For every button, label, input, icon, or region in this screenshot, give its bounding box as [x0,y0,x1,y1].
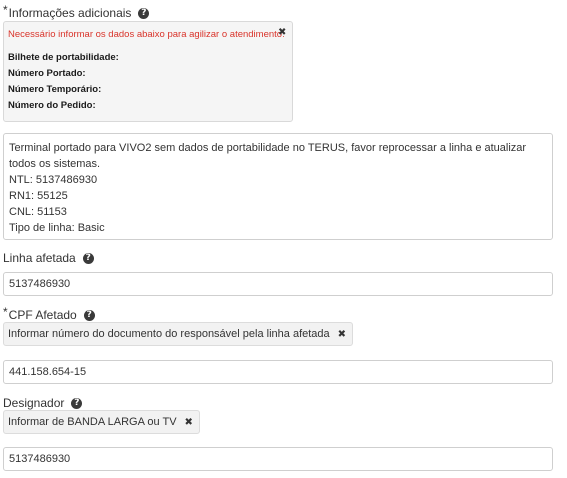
designador-label: Designador ? [3,396,83,410]
description-line: NTL: 5137486930 [9,174,98,186]
question-circle-icon[interactable]: ? [82,252,94,264]
designador-note-text: Informar de BANDA LARGA ou TV [8,416,177,428]
cpf-afetado-note-text: Informar número do documento do responsá… [8,328,330,340]
info-section-title: Informações adicionais [8,6,132,20]
linha-afetada-label: Linha afetada ? [3,251,94,265]
linha-afetada-value: 5137486930 [9,278,71,290]
designador-value: 5137486930 [9,453,71,465]
info-warning-text: Necessário informar os dados abaixo para… [8,29,285,40]
cpf-afetado-value: 441.158.654-15 [9,366,87,378]
close-icon[interactable]: ✖ [278,27,286,38]
cpf-afetado-title: CPF Afetado [8,308,77,322]
info-line-bilhete: Bilhete de portabilidade: [8,52,119,63]
question-circle-icon[interactable]: ? [138,7,150,19]
required-mark: * [3,3,8,17]
close-icon[interactable]: ✖ [338,329,346,340]
designador-note: Informar de BANDA LARGA ou TV ✖ [3,410,200,434]
description-textarea[interactable]: Terminal portado para VIVO2 sem dados de… [3,133,553,240]
linha-afetada-title: Linha afetada [3,251,76,265]
question-circle-icon[interactable]: ? [71,397,83,409]
description-line: RN1: 55125 [9,190,68,202]
cpf-afetado-input[interactable]: 441.158.654-15 [3,360,553,384]
designador-input[interactable]: 5137486930 [3,447,553,471]
cpf-afetado-note: Informar número do documento do responsá… [3,322,354,346]
close-icon[interactable]: ✖ [185,417,193,428]
info-line-numero-temporario: Número Temporário: [8,84,102,95]
description-line: Tipo de linha: Basic [9,222,105,234]
info-section-label: * Informações adicionais ? [3,3,150,20]
description-line: CNL: 51153 [9,206,67,218]
question-circle-icon[interactable]: ? [83,309,95,321]
info-line-numero-pedido: Número do Pedido: [8,100,96,111]
info-panel: Necessário informar os dados abaixo para… [3,21,293,122]
linha-afetada-input[interactable]: 5137486930 [3,272,553,296]
info-line-numero-portado: Número Portado: [8,68,86,79]
cpf-afetado-label: * CPF Afetado ? [3,305,95,322]
required-mark: * [3,305,8,319]
description-line: Terminal portado para VIVO2 sem dados de… [9,142,530,170]
designador-title: Designador [3,396,65,410]
